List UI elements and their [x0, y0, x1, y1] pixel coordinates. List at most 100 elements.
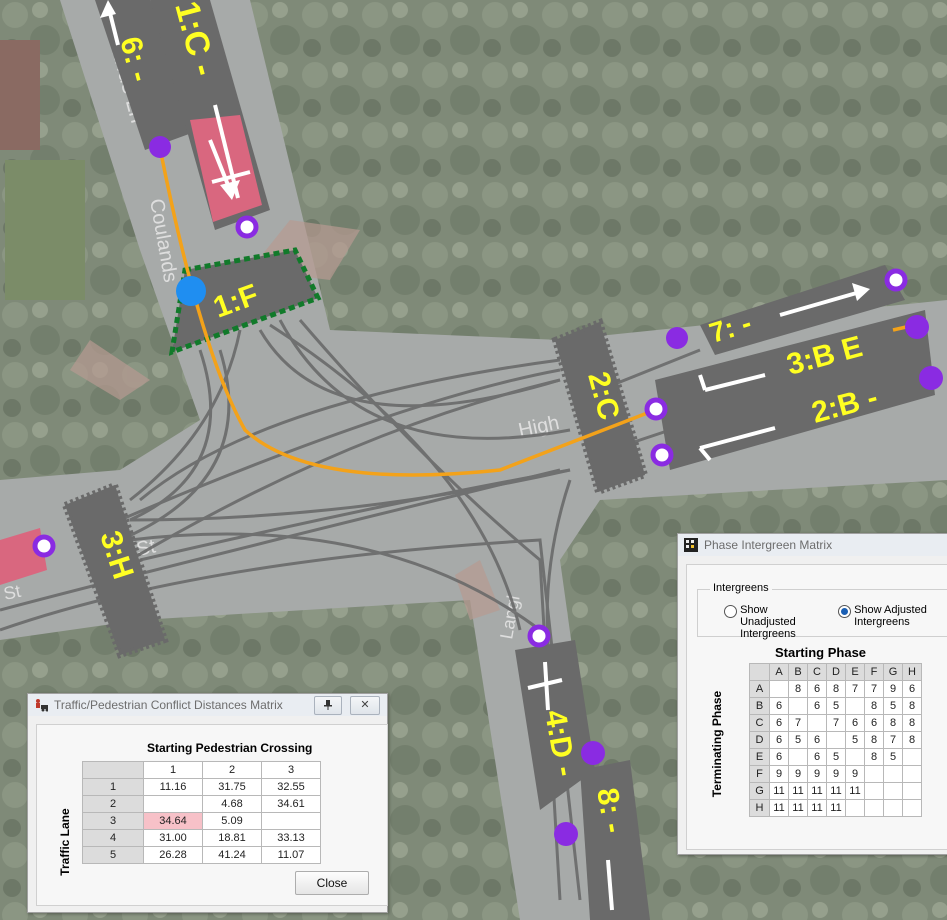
matrix-cell[interactable]: 32.55 — [261, 778, 321, 796]
matrix-cell[interactable] — [902, 765, 922, 783]
matrix-cell[interactable] — [769, 680, 789, 698]
matrix-cell[interactable]: 11 — [788, 799, 808, 817]
matrix-cell[interactable]: 9 — [769, 765, 789, 783]
matrix-cell[interactable]: 6 — [807, 731, 827, 749]
matrix-cell[interactable]: 8 — [883, 714, 903, 732]
matrix-cell[interactable]: 9 — [826, 765, 846, 783]
matrix-cell[interactable] — [788, 748, 808, 766]
matrix-cell[interactable]: 8 — [902, 731, 922, 749]
matrix-cell[interactable]: 8 — [864, 697, 884, 715]
node-3H[interactable] — [32, 534, 56, 558]
matrix-cell[interactable] — [864, 799, 884, 817]
matrix-cell[interactable] — [902, 748, 922, 766]
matrix-cell[interactable]: 4.68 — [202, 795, 262, 813]
node-4D-end[interactable] — [554, 822, 578, 846]
matrix-cell[interactable]: 7 — [883, 731, 903, 749]
node-7-start[interactable] — [666, 327, 688, 349]
matrix-cell[interactable]: 8 — [864, 748, 884, 766]
matrix-cell[interactable] — [826, 731, 846, 749]
node-2C-a[interactable] — [644, 397, 668, 421]
matrix-cell[interactable]: 6 — [864, 714, 884, 732]
radio-unadjusted[interactable]: Show Unadjusted Intergreens — [724, 604, 828, 640]
matrix-cell[interactable] — [807, 714, 827, 732]
matrix-cell[interactable]: 6 — [769, 697, 789, 715]
node-3BE[interactable] — [905, 315, 929, 339]
matrix-cell[interactable]: 8 — [788, 680, 808, 698]
matrix-cell[interactable]: 6 — [769, 748, 789, 766]
matrix-cell[interactable]: 11 — [788, 782, 808, 800]
matrix-cell[interactable] — [845, 697, 865, 715]
matrix-cell[interactable]: 33.13 — [261, 829, 321, 847]
matrix-cell[interactable] — [845, 799, 865, 817]
matrix-cell[interactable] — [864, 782, 884, 800]
matrix-cell[interactable]: 8 — [902, 714, 922, 732]
node-2C-b[interactable] — [650, 443, 674, 467]
matrix-cell[interactable]: 11.16 — [143, 778, 203, 796]
matrix-cell[interactable]: 9 — [883, 680, 903, 698]
matrix-cell[interactable]: 7 — [788, 714, 808, 732]
matrix-cell[interactable]: 6 — [769, 714, 789, 732]
matrix-cell[interactable]: 41.24 — [202, 846, 262, 864]
matrix-cell[interactable]: 8 — [902, 697, 922, 715]
dialog-titlebar[interactable]: Phase Intergreen Matrix — [678, 534, 947, 556]
node-2B[interactable] — [919, 366, 943, 390]
matrix-cell[interactable] — [883, 799, 903, 817]
matrix-cell[interactable]: 7 — [845, 680, 865, 698]
close-window-button[interactable]: ✕ — [350, 696, 380, 715]
matrix-cell[interactable]: 6 — [807, 680, 827, 698]
matrix-cell[interactable] — [883, 782, 903, 800]
matrix-cell[interactable]: 7 — [864, 680, 884, 698]
matrix-cell[interactable]: 5 — [788, 731, 808, 749]
matrix-cell[interactable]: 11.07 — [261, 846, 321, 864]
matrix-cell[interactable]: 11 — [769, 799, 789, 817]
matrix-cell[interactable]: 5 — [883, 697, 903, 715]
matrix-cell[interactable]: 9 — [845, 765, 865, 783]
close-button[interactable]: Close — [295, 871, 369, 895]
matrix-cell[interactable]: 6 — [807, 697, 827, 715]
matrix-cell[interactable] — [902, 782, 922, 800]
matrix-cell[interactable]: 6 — [902, 680, 922, 698]
node-7-end[interactable] — [884, 268, 908, 292]
matrix-cell[interactable] — [845, 748, 865, 766]
matrix-cell[interactable]: 8 — [826, 680, 846, 698]
matrix-cell[interactable] — [883, 765, 903, 783]
matrix-cell[interactable]: 11 — [769, 782, 789, 800]
matrix-cell[interactable]: 5 — [845, 731, 865, 749]
matrix-cell[interactable]: 6 — [769, 731, 789, 749]
matrix-cell[interactable]: 7 — [826, 714, 846, 732]
matrix-cell[interactable]: 5 — [826, 748, 846, 766]
matrix-cell[interactable]: 8 — [864, 731, 884, 749]
node-6[interactable] — [149, 136, 171, 158]
matrix-cell[interactable] — [788, 697, 808, 715]
matrix-cell[interactable]: 34.64 — [143, 812, 203, 830]
matrix-cell[interactable]: 11 — [807, 782, 827, 800]
node-1C[interactable] — [235, 215, 259, 239]
matrix-cell[interactable]: 31.75 — [202, 778, 262, 796]
matrix-cell[interactable]: 18.81 — [202, 829, 262, 847]
matrix-cell[interactable]: 9 — [788, 765, 808, 783]
matrix-cell[interactable]: 5 — [883, 748, 903, 766]
matrix-cell[interactable]: 34.61 — [261, 795, 321, 813]
matrix-cell[interactable]: 9 — [807, 765, 827, 783]
matrix-cell[interactable] — [261, 812, 321, 830]
radio-adjusted[interactable]: Show Adjusted Intergreens — [838, 604, 942, 628]
matrix-cell[interactable] — [864, 765, 884, 783]
matrix-cell[interactable]: 11 — [826, 782, 846, 800]
matrix-cell[interactable] — [143, 795, 203, 813]
radio-circle[interactable] — [838, 605, 851, 618]
node-4D[interactable] — [527, 624, 551, 648]
matrix-cell[interactable]: 31.00 — [143, 829, 203, 847]
matrix-cell[interactable]: 26.28 — [143, 846, 203, 864]
node-1F[interactable] — [176, 276, 206, 306]
matrix-cell[interactable] — [902, 799, 922, 817]
matrix-cell[interactable]: 5 — [826, 697, 846, 715]
matrix-cell[interactable]: 5.09 — [202, 812, 262, 830]
radio-circle[interactable] — [724, 605, 737, 618]
dialog-titlebar[interactable]: Traffic/Pedestrian Conflict Distances Ma… — [28, 694, 387, 716]
pin-button[interactable] — [314, 696, 342, 715]
matrix-cell[interactable]: 6 — [845, 714, 865, 732]
node-8-top[interactable] — [581, 741, 605, 765]
matrix-cell[interactable]: 11 — [845, 782, 865, 800]
matrix-cell[interactable]: 11 — [826, 799, 846, 817]
matrix-cell[interactable]: 11 — [807, 799, 827, 817]
